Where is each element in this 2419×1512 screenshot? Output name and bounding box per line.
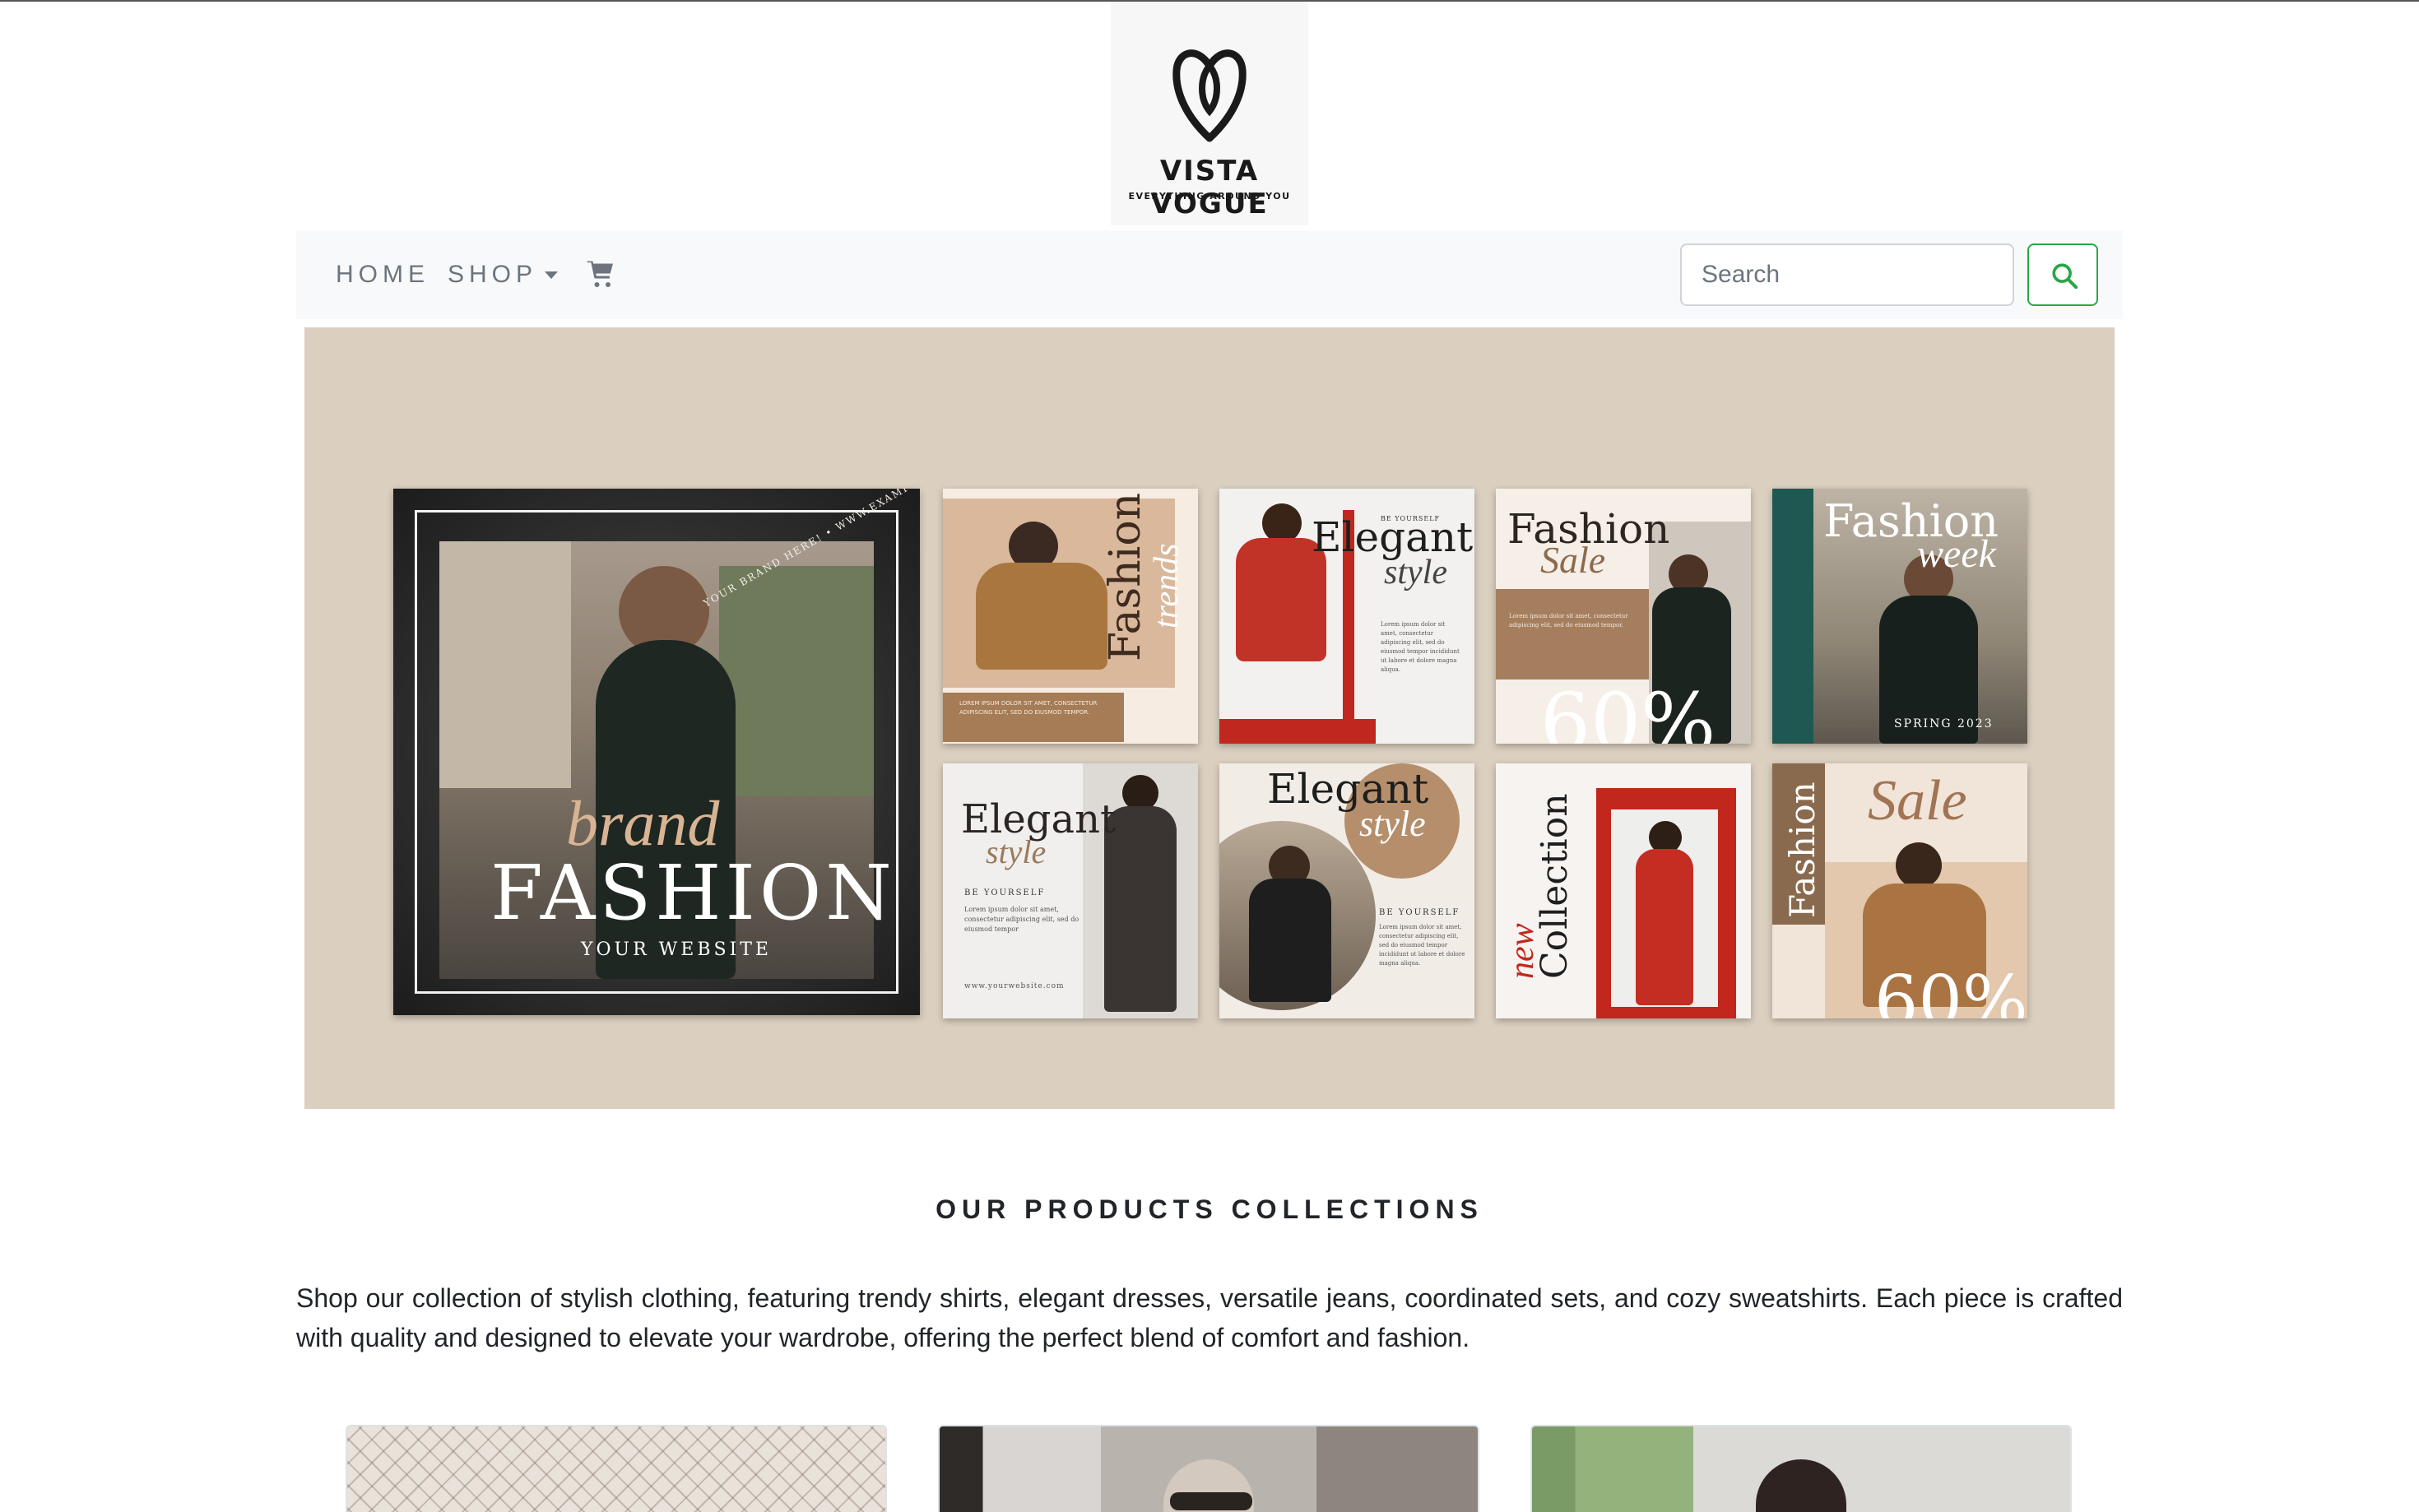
product-card[interactable]	[1530, 1425, 2072, 1512]
banner-tile-elegant-style-red: Elegant style BE YOURSELF Lorem ipsum do…	[1219, 489, 1474, 744]
section-description: Shop our collection of stylish clothing,…	[296, 1283, 2123, 1352]
tile-elegant-grey-caption: BE YOURSELF	[964, 888, 1046, 897]
brand-logo[interactable]: VISTA VOGUE EVERYTHING AROUND YOU	[1111, 2, 1308, 225]
section-title: OUR PRODUCTS COLLECTIONS	[936, 1194, 1483, 1224]
tile-collection-script: new	[1503, 923, 1541, 979]
product-image	[1756, 1459, 1846, 1512]
sunglasses-icon	[1170, 1492, 1252, 1510]
search-icon	[2052, 263, 2078, 290]
banner-tile-fashion-sale: Fashion Sale Lorem ipsum dolor sit amet,…	[1496, 489, 1751, 744]
navbar: HOME SHOP	[296, 230, 2123, 319]
brand-name: VISTA VOGUE	[1150, 155, 1269, 220]
search-button[interactable]	[2027, 243, 2098, 306]
banner-tile-elegant-style-circle: Elegant style BE YOURSELF Lorem ipsum do…	[1219, 763, 1474, 1018]
tile-sale-text: Lorem ipsum dolor sit amet, consectetur …	[1509, 613, 1628, 628]
nav-shop-dropdown[interactable]: SHOP	[448, 230, 537, 319]
search-input[interactable]	[1680, 243, 2014, 306]
nav-home-link[interactable]: HOME	[336, 230, 429, 319]
tile-sale-brown-percent: 60%	[1874, 961, 2027, 1018]
tile-fashion-trends-caption: LOREM IPSUM DOLOR SIT AMET, CONSECTETUR …	[959, 700, 1098, 716]
tile-week-caption: SPRING 2023	[1894, 717, 1994, 730]
tile-elegant-circle-text: Lorem ipsum dolor sit amet, consectetur …	[1379, 924, 1465, 967]
product-card[interactable]	[346, 1425, 887, 1512]
tile-elegant-grey-text: Lorem ipsum dolor sit amet, consectetur …	[964, 906, 1079, 933]
tile-sale-brown-script: Sale	[1868, 769, 1967, 833]
tile-elegant-red-text: Lorem ipsum dolor sit amet, consectetur …	[1381, 621, 1460, 673]
banner-tile-fashion-trends: Fashion trends LOREM IPSUM DOLOR SIT AME…	[943, 489, 1198, 744]
tile-elegant-red-script: style	[1384, 554, 1447, 591]
cart-icon[interactable]	[586, 260, 615, 290]
tile-elegant-circle-caption: BE YOURSELF	[1379, 908, 1460, 917]
product-card[interactable]	[938, 1425, 1479, 1512]
banner-tile-fashion-week: Fashion week SPRING 2023	[1772, 489, 2027, 744]
brand-tagline: EVERYTHING AROUND YOU	[1128, 191, 1291, 202]
tile-elegant-grey-script: style	[986, 833, 1047, 870]
banner-main-sub: YOUR WEBSITE	[581, 939, 772, 960]
tile-sale-brown-title: Fashion	[1782, 782, 1822, 918]
banner-main-headline: FASHION	[490, 849, 896, 937]
tile-sale-percent: 60%	[1540, 676, 1716, 744]
chevron-down-icon[interactable]	[545, 271, 558, 279]
banner-tile-elegant-style-grey: Elegant style BE YOURSELF Lorem ipsum do…	[943, 763, 1198, 1018]
tile-fashion-trends-title: Fashion	[1101, 492, 1150, 661]
banner-tile-new-collection: Collection new	[1496, 763, 1751, 1018]
tile-fashion-trends-script: trends	[1148, 543, 1186, 628]
tile-elegant-grey-url: www.yourwebsite.com	[964, 982, 1065, 990]
tile-elegant-red-caption: BE YOURSELF	[1381, 515, 1441, 522]
hero-banner[interactable]: YOUR BRAND HERE! • WWW.EXAMPLE.COM • bra…	[304, 327, 2115, 1109]
banner-main-tile: YOUR BRAND HERE! • WWW.EXAMPLE.COM • bra…	[393, 489, 920, 1015]
heart-loop-icon	[1172, 49, 1247, 142]
tile-sale-script: Sale	[1540, 539, 1606, 581]
banner-tile-fashion-sale-brown: Fashion Sale 60%	[1772, 763, 2027, 1018]
tile-elegant-circle-script: style	[1359, 804, 1426, 844]
tile-week-script: week	[1917, 532, 1996, 576]
